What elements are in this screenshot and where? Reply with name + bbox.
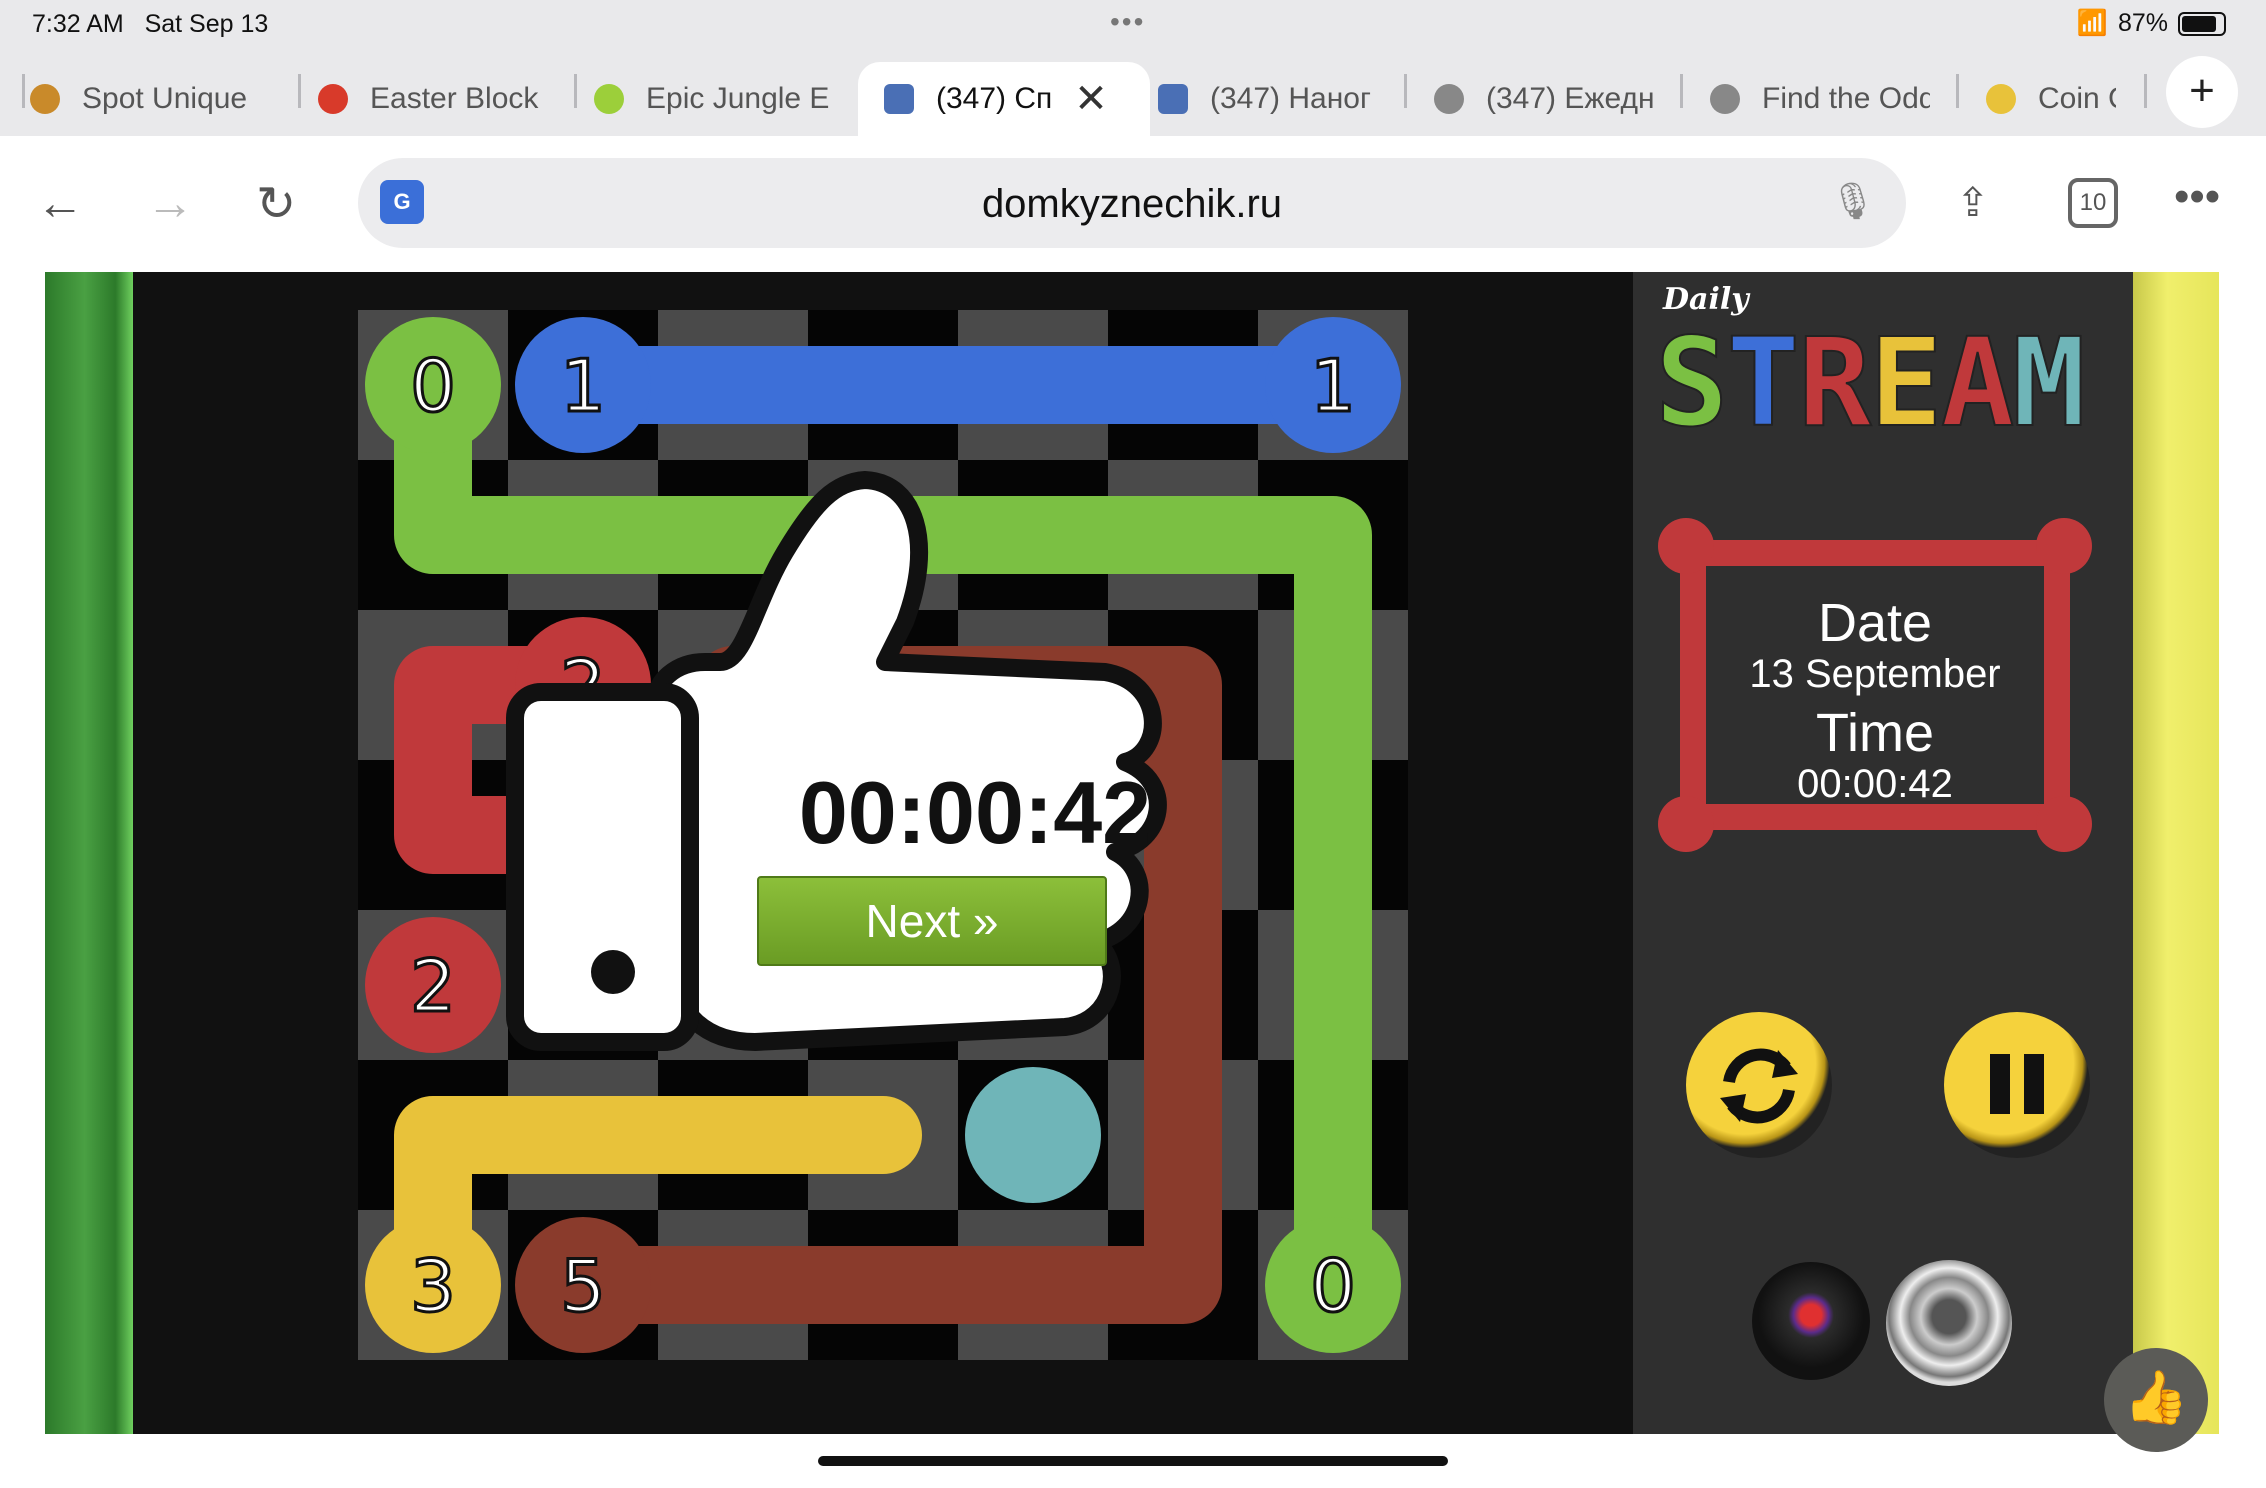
tab-divider: [2144, 74, 2147, 108]
tab-label: Epic Jungle E: [646, 82, 830, 115]
back-arrow-icon[interactable]: ←: [36, 176, 84, 231]
url-text[interactable]: domkyznechik.ru: [358, 182, 1906, 227]
node-label: 2: [410, 944, 456, 1028]
next-button[interactable]: Next »: [757, 876, 1107, 966]
tab-find-odd[interactable]: Find the Odd: [1710, 62, 1930, 136]
site-favicon-icon: [884, 84, 914, 114]
date-time-panel: Date 13 September Time 00:00:42: [1658, 518, 2092, 852]
share-icon[interactable]: ⇪: [1956, 180, 1990, 226]
tab-label: (347) Ежедн: [1486, 82, 1654, 115]
browser-toolbar: ← → ↻ G domkyznechik.ru 🎙 ⇪ 10 •••: [0, 136, 2266, 273]
node-label: 0: [1310, 1244, 1356, 1328]
record-button[interactable]: [1752, 1262, 1870, 1380]
logo-letter: S: [1654, 311, 1729, 455]
microphone-icon[interactable]: 🎙: [1830, 180, 1876, 222]
node-label: 1: [1310, 344, 1356, 428]
frame-corner: [2036, 518, 2092, 574]
thumbs-up-fab-icon[interactable]: 👍: [2104, 1348, 2208, 1452]
tab-epic-jungle[interactable]: Epic Jungle E: [594, 62, 844, 136]
popup-timer: 00:00:42: [798, 763, 1152, 862]
address-bar[interactable]: G domkyznechik.ru 🎙: [358, 158, 1906, 248]
battery-percent: 87%: [2117, 9, 2168, 37]
node-label: 3: [410, 1244, 456, 1328]
tab-spot-unique[interactable]: Spot Unique: [30, 62, 280, 136]
date-label: Date: [1817, 593, 1933, 653]
tab-label: (347) Наног: [1210, 82, 1371, 115]
tab-divider: [1956, 74, 1959, 108]
snake-favicon-icon: [594, 84, 624, 114]
cuff-button-dot: [591, 950, 635, 994]
time-label: Time: [1816, 703, 1934, 763]
coin-favicon-icon: [1986, 84, 2016, 114]
tab-count-button[interactable]: 10: [2068, 178, 2118, 228]
pause-button[interactable]: [1944, 1012, 2090, 1158]
logo-letter: A: [1940, 311, 2015, 455]
status-indicators: 📶 87%: [2077, 9, 2226, 38]
more-menu-icon[interactable]: •••: [2174, 172, 2220, 222]
new-tab-button[interactable]: +: [2166, 56, 2238, 128]
right-decor-frame: [2133, 272, 2219, 1434]
logo-letter: M: [2011, 311, 2086, 455]
tab-divider: [1680, 74, 1683, 108]
tab-divider: [574, 74, 577, 108]
tab-label: Find the Odd: [1762, 82, 1930, 115]
speaker-icon[interactable]: [1886, 1260, 2012, 1386]
tab-label: Spot Unique: [82, 82, 248, 115]
restart-button[interactable]: [1686, 1012, 1832, 1158]
web-page: 01122350 00:00:42 Next » Daily STREAM Da…: [0, 272, 2266, 1488]
tab-easter-blocks[interactable]: Easter Block: [318, 62, 568, 136]
tab-daily[interactable]: (347) Ежедн: [1434, 62, 1654, 136]
tab-label: Easter Block: [370, 82, 539, 115]
home-indicator: [818, 1456, 1448, 1466]
date-value: 13 September: [1749, 652, 2001, 696]
lion-favicon-icon: [30, 84, 60, 114]
status-bar: 7:32 AM Sat Sep 13 ••• 📶 87%: [0, 0, 2266, 50]
time-value: 00:00:42: [1797, 762, 1953, 806]
egg-favicon-icon: [318, 84, 348, 114]
frame-corner: [1658, 518, 1714, 574]
tab-coin[interactable]: Coin C: [1986, 62, 2116, 136]
stream-logo: STREAM: [1654, 311, 2087, 455]
battery-icon: [2178, 11, 2226, 36]
node-label: 5: [560, 1244, 606, 1328]
tab-label: Coin C: [2038, 82, 2116, 115]
forward-arrow-icon[interactable]: →: [146, 176, 194, 231]
logo-letter: T: [1725, 311, 1800, 455]
success-popup: 00:00:42 Next »: [505, 452, 1225, 1102]
tab-divider: [22, 74, 25, 108]
restart-icon: [1720, 1048, 1798, 1124]
logo-letter: R: [1797, 311, 1872, 455]
status-time: 7:32 AM Sat Sep 13: [32, 10, 269, 38]
multitask-dots[interactable]: •••: [1110, 6, 1145, 38]
pause-icon: [1990, 1054, 2044, 1114]
tab-bar: Spot Unique Easter Block Epic Jungle E (…: [0, 50, 2266, 136]
site-favicon-icon: [1158, 84, 1188, 114]
close-tab-icon[interactable]: ✕: [1074, 76, 1108, 122]
globe-favicon-icon: [1710, 84, 1740, 114]
tab-label: (347) Сп: [936, 82, 1053, 115]
tab-active[interactable]: (347) Сп ✕: [858, 62, 1150, 136]
reload-icon[interactable]: ↻: [256, 176, 296, 232]
globe-favicon-icon: [1434, 84, 1464, 114]
node-label: 1: [560, 344, 606, 428]
tab-nanogram[interactable]: (347) Наног: [1158, 62, 1398, 136]
logo-letter: E: [1868, 311, 1943, 455]
tab-divider: [298, 74, 301, 108]
tab-divider: [1404, 74, 1407, 108]
wifi-icon: 📶: [2076, 9, 2108, 37]
node-label: 0: [410, 344, 456, 428]
left-decor-frame: [45, 272, 133, 1434]
